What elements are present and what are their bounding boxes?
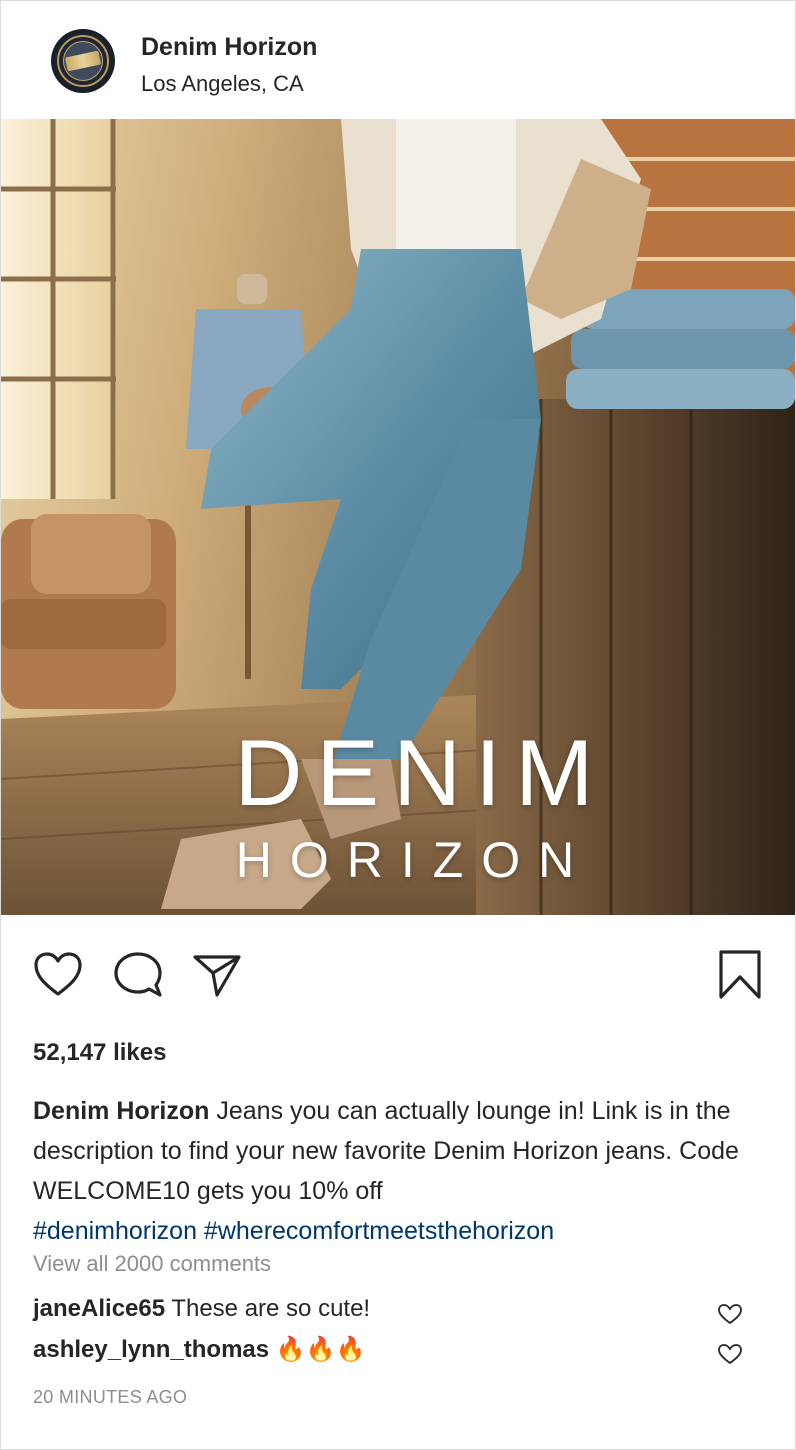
bookmark-icon[interactable] [717,949,763,1001]
comment-username[interactable]: ashley_lynn_thomas [33,1336,269,1363]
comment-row: janeAlice65 These are so cute! [33,1295,773,1325]
avatar[interactable] [51,29,115,93]
view-all-comments-link[interactable]: View all 2000 comments [33,1251,271,1277]
action-bar [1,915,795,1025]
comment-like-heart-icon[interactable] [717,1343,743,1365]
comment-text: 🔥🔥🔥 [269,1336,366,1363]
heart-icon[interactable] [33,951,83,997]
post-location[interactable]: Los Angeles, CA [141,71,304,97]
likes-count[interactable]: 52,147 likes [33,1039,166,1067]
post-timestamp: 20 MINUTES AGO [33,1387,188,1407]
comment-icon[interactable] [113,951,163,999]
comment-row: ashley_lynn_thomas 🔥🔥🔥 [33,1335,773,1365]
caption-hashtags[interactable]: #denimhorizon #wherecomfortmeetsthehoriz… [33,1217,554,1245]
comment-text: These are so cute! [165,1295,371,1322]
image-brand-subtitle: HORIZON [235,832,593,888]
instagram-post: Denim Horizon Los Angeles, CA DENIM HORI… [0,0,796,1450]
caption-username[interactable]: Denim Horizon [33,1097,209,1125]
comment-username[interactable]: janeAlice65 [33,1295,165,1322]
comment-like-heart-icon[interactable] [717,1303,743,1325]
post-caption: Denim Horizon Jeans you can actually lou… [33,1091,763,1251]
share-icon[interactable] [191,951,243,999]
post-header: Denim Horizon Los Angeles, CA [1,1,795,119]
image-brand-title: DENIM [234,720,608,825]
post-image[interactable]: DENIM HORIZON [1,119,795,915]
post-username[interactable]: Denim Horizon [141,33,317,62]
